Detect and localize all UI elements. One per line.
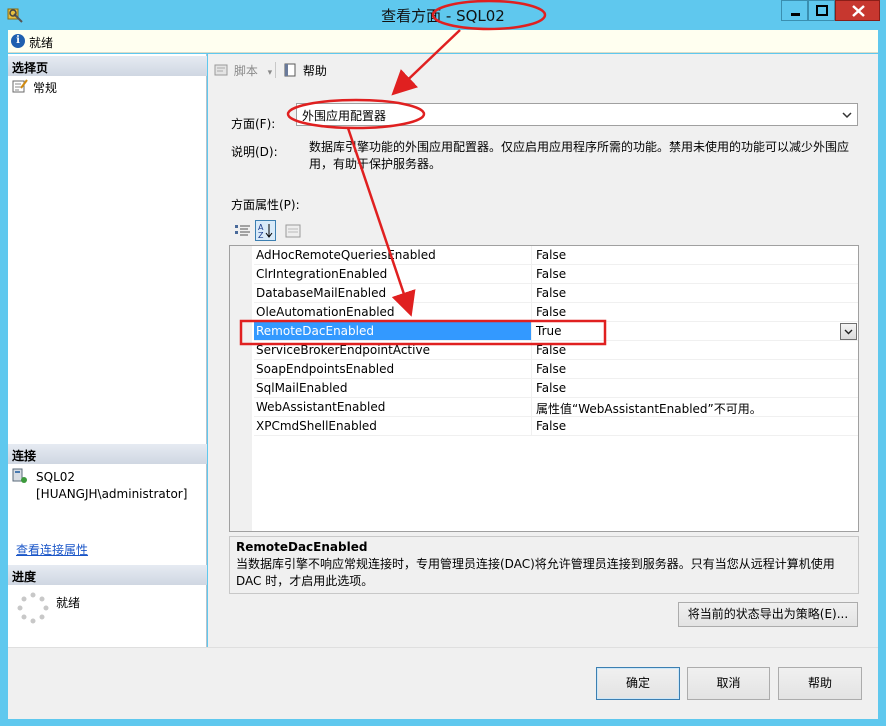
property-value: False (532, 303, 858, 322)
chevron-down-icon (842, 112, 852, 119)
categorized-icon (235, 225, 250, 236)
property-name: ClrIntegrationEnabled (254, 265, 532, 284)
minimize-button[interactable] (781, 0, 808, 21)
main-panel: 脚本 ▾ 帮助 方面(F): 外围应用配置器 说明(D): 数据库引擎功能的外围… (208, 54, 878, 647)
server-name: SQL02 (36, 470, 76, 484)
properties-label: 方面属性(P): (231, 198, 300, 212)
property-help-box: RemoteDacEnabled 当数据库引擎不响应常规连接时，专用管理员连接(… (229, 536, 859, 594)
description-label: 说明(D): (231, 145, 278, 159)
ok-button[interactable]: 确定 (596, 667, 680, 700)
property-grid[interactable]: AdHocRemoteQueriesEnabled False ClrIntegr… (229, 245, 859, 532)
property-value: False (532, 284, 858, 303)
property-name: OleAutomationEnabled (254, 303, 532, 322)
property-help-title: RemoteDacEnabled (236, 540, 368, 554)
property-row[interactable]: AdHocRemoteQueriesEnabled False (230, 246, 858, 265)
svg-text:Z: Z (258, 231, 264, 240)
facet-value: 外围应用配置器 (302, 109, 387, 123)
dialog-window: 查看方面 - SQL02 i 就绪 选择页 常规 连接 SQL02 [HUANG… (0, 0, 886, 726)
connection-user: [HUANGJH\administrator] (36, 487, 188, 501)
progress-status: 就绪 (56, 596, 81, 610)
property-value: False (532, 360, 858, 379)
progress-header: 进度 (8, 565, 207, 585)
help-toolbar-button[interactable]: 帮助 (280, 60, 330, 78)
status-bar: i 就绪 (8, 30, 878, 53)
window-title: 查看方面 - SQL02 (381, 7, 505, 25)
page-icon (12, 79, 28, 93)
property-row[interactable]: DatabaseMailEnabled False (230, 284, 858, 303)
facet-select[interactable]: 外围应用配置器 (296, 103, 858, 126)
select-page-header: 选择页 (8, 56, 207, 76)
toolbar-separator (275, 62, 276, 78)
property-row[interactable]: ClrIntegrationEnabled False (230, 265, 858, 284)
maximize-button[interactable] (808, 0, 835, 21)
property-value: False (532, 417, 858, 436)
chevron-down-icon (844, 329, 853, 335)
categorized-button[interactable] (233, 221, 253, 241)
script-dropdown-icon: ▾ (267, 68, 273, 78)
property-value: 属性值“WebAssistantEnabled”不可用。 (532, 398, 858, 417)
help-button[interactable]: 帮助 (778, 667, 862, 700)
script-label: 脚本 (233, 64, 258, 78)
property-name: XPCmdShellEnabled (254, 417, 532, 436)
property-value: False (532, 379, 858, 398)
property-name: RemoteDacEnabled (254, 322, 532, 341)
script-button[interactable]: 脚本 ▾ (211, 60, 275, 78)
value-dropdown-button[interactable] (840, 323, 857, 340)
minimize-icon (791, 13, 800, 16)
info-icon: i (11, 34, 25, 48)
property-row[interactable]: ServiceBrokerEndpointActive False (230, 341, 858, 360)
property-row[interactable]: WebAssistantEnabled 属性值“WebAssistantEnabl… (230, 398, 858, 417)
close-button[interactable] (835, 0, 880, 21)
property-row[interactable]: OleAutomationEnabled False (230, 303, 858, 322)
view-connection-properties-link[interactable]: 查看连接属性 (16, 541, 88, 558)
property-row-selected[interactable]: RemoteDacEnabled True (230, 322, 858, 341)
facet-label: 方面(F): (231, 117, 276, 131)
property-help-text: 当数据库引擎不响应常规连接时，专用管理员连接(DAC)将允许管理员连接到服务器。… (236, 557, 835, 588)
export-policy-button[interactable]: 将当前的状态导出为策略(E)... (678, 602, 858, 627)
left-panel: 选择页 常规 连接 SQL02 [HUANGJH\administrator] … (8, 54, 207, 647)
alphabetical-button[interactable]: A Z (255, 220, 276, 241)
button-bar: 确定 取消 帮助 (8, 647, 878, 719)
cancel-button[interactable]: 取消 (687, 667, 770, 700)
property-name: DatabaseMailEnabled (254, 284, 532, 303)
property-name: AdHocRemoteQueriesEnabled (254, 246, 532, 265)
property-row[interactable]: XPCmdShellEnabled False (230, 417, 858, 436)
property-pages-button[interactable] (283, 221, 303, 241)
script-icon (214, 64, 228, 76)
server-icon (12, 468, 27, 483)
page-item-label: 常规 (33, 81, 58, 95)
help-toolbar-label: 帮助 (302, 64, 327, 78)
property-value: False (532, 246, 858, 265)
property-name: SoapEndpointsEnabled (254, 360, 532, 379)
property-pages-icon (285, 224, 301, 238)
progress-spinner-icon (17, 592, 49, 624)
property-row[interactable]: SoapEndpointsEnabled False (230, 360, 858, 379)
close-icon (852, 5, 865, 17)
connection-header: 连接 (8, 444, 207, 464)
sort-alphabetical-icon: A Z (258, 223, 273, 240)
title-bar[interactable]: 查看方面 - SQL02 (0, 0, 886, 30)
property-value: False (532, 341, 858, 360)
property-name: WebAssistantEnabled (254, 398, 532, 417)
maximize-icon (816, 5, 828, 16)
help-icon (284, 63, 296, 77)
property-name: SqlMailEnabled (254, 379, 532, 398)
facet-description: 数据库引擎功能的外围应用配置器。仅应启用应用程序所需的功能。禁用未使用的功能可以… (309, 140, 850, 171)
property-value: False (532, 265, 858, 284)
property-name: ServiceBrokerEndpointActive (254, 341, 532, 360)
status-text: 就绪 (29, 36, 54, 50)
property-row[interactable]: SqlMailEnabled False (230, 379, 858, 398)
property-value[interactable]: True (532, 322, 858, 341)
